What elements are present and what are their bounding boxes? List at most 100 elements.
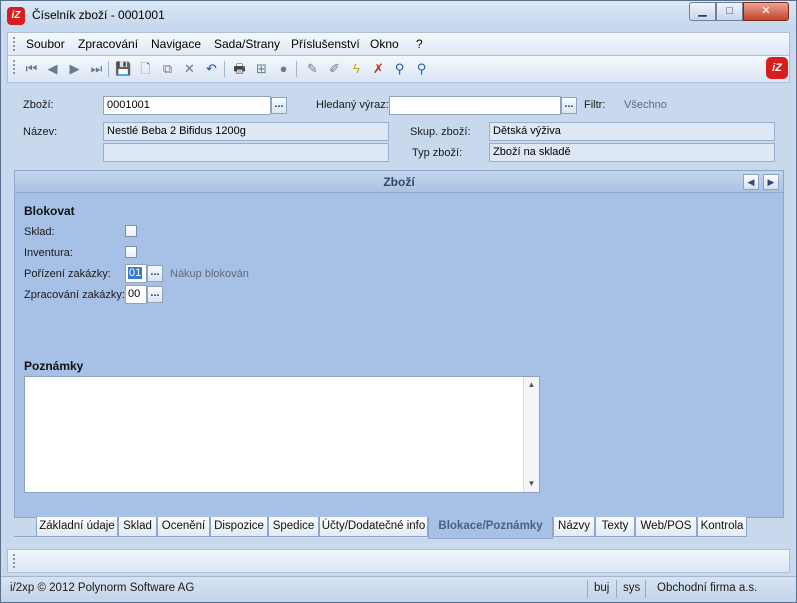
poznamky-textarea[interactable]: ▲ ▼ bbox=[24, 376, 540, 493]
edit-pen2-icon[interactable]: ✐ bbox=[326, 60, 343, 77]
scroll-down-icon[interactable]: ▼ bbox=[524, 477, 539, 491]
tab-nazvy[interactable]: Názvy bbox=[553, 517, 595, 537]
tab-blokace-poznamky[interactable]: Blokace/Poznámky bbox=[428, 517, 553, 539]
panel-title: Zboží bbox=[383, 175, 415, 189]
tab-bar-lead bbox=[14, 517, 36, 537]
toolbar-separator bbox=[224, 61, 225, 77]
zbozi-lookup-button[interactable]: ... bbox=[271, 97, 287, 114]
bottom-toolbar-grip-icon[interactable] bbox=[13, 554, 16, 568]
zpracovani-lookup-button[interactable]: ... bbox=[147, 286, 163, 303]
skup-zbozi-field[interactable]: Dětská výživa bbox=[489, 122, 775, 141]
status-copyright: i/2xp © 2012 Polynorm Software AG bbox=[10, 582, 195, 594]
toolbar-separator bbox=[108, 61, 109, 77]
menu-bar: Soubor Zpracování Navigace Sada/Strany P… bbox=[7, 32, 790, 56]
minimize-button[interactable]: ▁ bbox=[689, 2, 716, 21]
tree-structure-icon[interactable]: ⊞ bbox=[253, 60, 270, 77]
tab-sklad[interactable]: Sklad bbox=[118, 517, 157, 537]
hledany-lookup-button[interactable]: ... bbox=[561, 97, 577, 114]
blokovat-heading: Blokovat bbox=[24, 204, 75, 218]
porizeni-description: Nákup blokován bbox=[170, 268, 249, 280]
content-panel: Zboží ◀ ▶ Blokovat Sklad: Inventura: Poř… bbox=[14, 170, 784, 518]
maximize-button[interactable]: □ bbox=[716, 2, 743, 21]
copy-icon[interactable]: ⧉ bbox=[159, 60, 176, 77]
menu-zpracovani[interactable]: Zpracování bbox=[78, 37, 138, 51]
status-separator bbox=[587, 580, 588, 598]
undo-icon[interactable]: ↶ bbox=[203, 60, 220, 77]
toolbar: ⏮ ◀ ▶ ⏭ 💾 🗋 ⧉ ✕ ↶ 🖶 ⊞ ● ✎ ✐ ϟ ✗ ⚲ ⚲ iZ bbox=[7, 56, 790, 83]
porizeni-zakazky-input[interactable]: 01 bbox=[125, 264, 147, 283]
zbozi-input[interactable]: 0001001 bbox=[103, 96, 271, 115]
filtr-label: Filtr: bbox=[584, 99, 606, 111]
toolbar-grip-icon[interactable] bbox=[13, 60, 16, 74]
nazev-field[interactable]: Nestlé Beba 2 Bifidus 1200g bbox=[103, 122, 389, 141]
edit-pen-icon[interactable]: ✎ bbox=[304, 60, 321, 77]
nazev2-field[interactable] bbox=[103, 143, 389, 162]
search-advanced-icon[interactable]: ⚲ bbox=[413, 60, 430, 77]
menu-prislusenstvi[interactable]: Příslušenství bbox=[291, 37, 360, 51]
app-logo-icon: iZ bbox=[7, 7, 25, 25]
poznamky-scrollbar[interactable]: ▲ ▼ bbox=[523, 377, 539, 492]
menu-navigace[interactable]: Navigace bbox=[151, 37, 201, 51]
hledany-vyraz-input[interactable] bbox=[389, 96, 561, 115]
disc-icon[interactable]: ● bbox=[275, 60, 292, 77]
panel-prev-icon[interactable]: ◀ bbox=[743, 174, 759, 190]
tab-dispozice[interactable]: Dispozice bbox=[210, 517, 268, 537]
typ-zbozi-field[interactable]: Zboží na skladě bbox=[489, 143, 775, 162]
zpracovani-zakazky-label: Zpracování zakázky: bbox=[24, 289, 125, 301]
bottom-toolbar bbox=[7, 549, 790, 573]
close-button[interactable]: ✕ bbox=[743, 2, 789, 21]
scroll-up-icon[interactable]: ▲ bbox=[524, 378, 539, 392]
menu-sada-strany[interactable]: Sada/Strany bbox=[214, 37, 280, 51]
inventura-label: Inventura: bbox=[24, 247, 73, 259]
skup-zbozi-label: Skup. zboží: bbox=[410, 126, 471, 138]
title-bar[interactable]: iZ Číselník zboží - 0001001 ▁ □ ✕ bbox=[1, 1, 796, 31]
brand-logo-icon: iZ bbox=[766, 57, 788, 79]
previous-record-icon[interactable]: ◀ bbox=[44, 60, 61, 77]
tab-kontrola[interactable]: Kontrola bbox=[697, 517, 747, 537]
typ-zbozi-label: Typ zboží: bbox=[412, 147, 463, 159]
new-document-icon[interactable]: 🗋 bbox=[137, 60, 154, 77]
tab-web-pos[interactable]: Web/POS bbox=[635, 517, 697, 537]
filter-remove-icon[interactable]: ✗ bbox=[370, 60, 387, 77]
hledany-vyraz-label: Hledaný výraz: bbox=[316, 99, 389, 111]
tab-zakladni-udaje[interactable]: Základní údaje bbox=[36, 517, 118, 537]
filter-wand-icon[interactable]: ϟ bbox=[348, 60, 365, 77]
tab-spedice[interactable]: Spedice bbox=[268, 517, 319, 537]
last-record-icon[interactable]: ⏭ bbox=[88, 60, 105, 77]
delete-icon[interactable]: ✕ bbox=[181, 60, 198, 77]
poznamky-heading: Poznámky bbox=[24, 359, 84, 373]
panel-header: Zboží ◀ ▶ bbox=[15, 171, 783, 193]
save-icon[interactable]: 💾 bbox=[115, 60, 132, 77]
status-company: Obchodní firma a.s. bbox=[657, 582, 758, 594]
search-icon[interactable]: ⚲ bbox=[391, 60, 408, 77]
menu-help[interactable]: ? bbox=[416, 37, 423, 51]
print-icon[interactable]: 🖶 bbox=[231, 60, 248, 77]
menu-soubor[interactable]: Soubor bbox=[26, 37, 65, 51]
porizeni-lookup-button[interactable]: ... bbox=[147, 265, 163, 282]
tab-ucty-dodatecne-info[interactable]: Účty/Dodatečné info bbox=[319, 517, 428, 537]
sklad-label: Sklad: bbox=[24, 226, 55, 238]
app-window: iZ Číselník zboží - 0001001 ▁ □ ✕ Soubor… bbox=[0, 0, 797, 603]
status-db: sys bbox=[623, 582, 641, 594]
menu-okno[interactable]: Okno bbox=[370, 37, 399, 51]
zbozi-label: Zboží: bbox=[23, 99, 54, 111]
tab-texty[interactable]: Texty bbox=[595, 517, 635, 537]
filtr-value[interactable]: Všechno bbox=[624, 99, 667, 111]
status-separator bbox=[616, 580, 617, 598]
tab-bar: Základní údaje Sklad Ocenění Dispozice S… bbox=[14, 517, 784, 539]
panel-next-icon[interactable]: ▶ bbox=[763, 174, 779, 190]
nazev-label: Název: bbox=[23, 126, 58, 138]
first-record-icon[interactable]: ⏮ bbox=[23, 60, 40, 77]
status-bar: i/2xp © 2012 Polynorm Software AG buj sy… bbox=[1, 576, 796, 602]
zpracovani-zakazky-input[interactable]: 00 bbox=[125, 285, 147, 304]
sklad-checkbox[interactable] bbox=[125, 225, 137, 237]
porizeni-zakazky-label: Pořízení zakázky: bbox=[24, 268, 111, 280]
inventura-checkbox[interactable] bbox=[125, 246, 137, 258]
status-user: buj bbox=[594, 582, 610, 594]
status-separator bbox=[645, 580, 646, 598]
window-title: Číselník zboží - 0001001 bbox=[32, 8, 165, 22]
next-record-icon[interactable]: ▶ bbox=[66, 60, 83, 77]
menubar-grip-icon[interactable] bbox=[13, 37, 16, 51]
tab-oceneni[interactable]: Ocenění bbox=[157, 517, 210, 537]
toolbar-separator bbox=[296, 61, 297, 77]
